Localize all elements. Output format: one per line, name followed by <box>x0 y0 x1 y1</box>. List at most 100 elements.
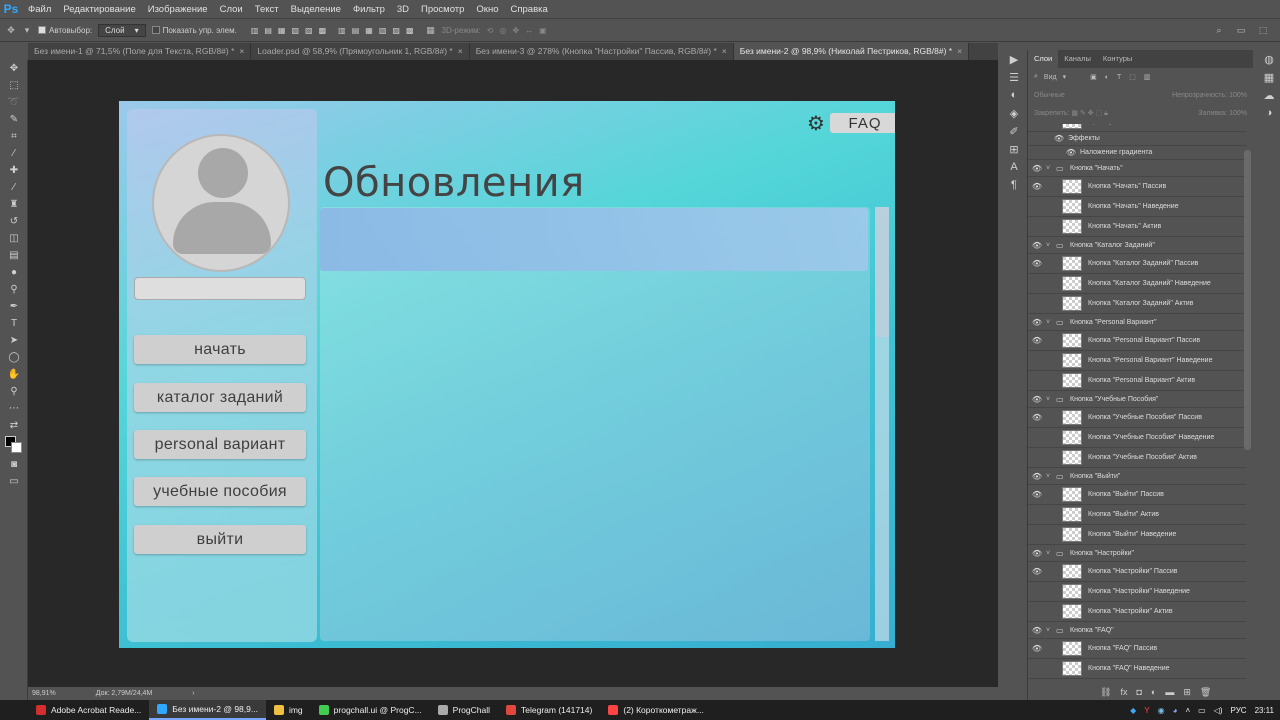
doc-tab[interactable]: Loader.psd @ 58,9% (Прямоугольник 1, RGB… <box>251 43 470 60</box>
chevron-right-icon[interactable]: › <box>192 690 194 697</box>
taskbar-item[interactable]: Без имени-2 @ 98,9... <box>149 700 266 720</box>
layers-tab[interactable]: Каналы <box>1058 50 1097 68</box>
eye-icon[interactable]: 👁︎ <box>1028 664 1046 673</box>
share-icon[interactable]: ⬚ <box>1258 25 1268 35</box>
eye-icon[interactable]: 👁︎ <box>1028 299 1046 308</box>
chevron-down-icon[interactable]: ˅ <box>1046 165 1056 172</box>
volume-icon[interactable]: ◁) <box>1214 706 1223 715</box>
link-icon[interactable]: ⛓ <box>1100 687 1111 698</box>
layer-group-row[interactable]: 👁︎ ˅ ▭ Кнопка "Учебные Пособия" <box>1028 391 1246 408</box>
doc-tab[interactable]: Без имени-3 @ 278% (Кнопка "Настройки" П… <box>470 43 734 60</box>
adjust-icon[interactable]: ◐ <box>1003 86 1025 104</box>
eye-icon[interactable]: 👁︎ <box>1028 607 1046 616</box>
eye-icon[interactable]: 👁︎ <box>1050 134 1068 143</box>
move-tool-icon[interactable]: ✥ <box>0 60 28 77</box>
zoom-level[interactable]: 98,91% <box>32 690 56 697</box>
layer-row[interactable]: 👁︎ Кнопка "Выйти" Актив <box>1028 505 1246 525</box>
layer-row[interactable]: 👁︎ Наложение градиента <box>1028 146 1246 160</box>
chevron-down-icon[interactable]: ▾ <box>22 25 32 35</box>
libraries-icon[interactable]: ☁ <box>1258 86 1280 104</box>
layer-row[interactable]: 👁︎ Кнопка "Каталог Заданий" Наведение <box>1028 274 1246 294</box>
menu-item-7[interactable]: 3D <box>391 4 415 15</box>
swap-colors-icon[interactable]: ⇄ <box>0 417 28 434</box>
eye-icon[interactable]: 👁︎ <box>1028 530 1046 539</box>
layer-group-row[interactable]: 👁︎ ˅ ▭ Кнопка "FAQ" <box>1028 622 1246 639</box>
layer-row[interactable]: 👁︎ Кнопка "Начать" Актив <box>1028 217 1246 237</box>
workspace-icon[interactable]: ▭ <box>1236 25 1246 35</box>
quick-select-icon[interactable]: ✎ <box>0 111 28 128</box>
discord-icon[interactable]: ◕ <box>1173 706 1178 715</box>
layer-row[interactable]: 👁︎ Кнопка "Учебные Пособия" Пассив <box>1028 408 1246 428</box>
layer-filter[interactable]: ⌕ Вид ▾ ▣◐T⬚▥ <box>1028 68 1253 86</box>
layer-group-row[interactable]: 👁︎ ˅ ▭ Кнопка "Начать" <box>1028 160 1246 177</box>
eye-icon[interactable]: 👁︎ <box>1028 318 1046 327</box>
character-icon[interactable]: A <box>1003 158 1025 176</box>
menu-item-6[interactable]: Фильтр <box>347 4 391 15</box>
gradient-tool-icon[interactable]: ▤ <box>0 247 28 264</box>
fx-icon[interactable]: fx <box>1120 687 1127 697</box>
paragraph-icon[interactable]: ¶ <box>1003 176 1025 194</box>
menu-item-0[interactable]: Файл <box>22 4 57 15</box>
lock-icons[interactable]: ▦ ✎ ✥ ⬚ 🔒︎ <box>1071 110 1107 117</box>
eye-icon[interactable]: 👁︎ <box>1028 336 1046 345</box>
eye-icon[interactable]: 👁︎ <box>1028 356 1046 365</box>
trash-icon[interactable]: 🗑︎ <box>1200 687 1211 698</box>
eye-icon[interactable]: 👁︎ <box>1028 472 1046 481</box>
sliders-icon[interactable]: ⊞ <box>1003 140 1025 158</box>
new-group-icon[interactable]: ▬ <box>1165 687 1174 697</box>
layer-group-row[interactable]: 👁︎ ˅ ▭ Кнопка "Каталог Заданий" <box>1028 237 1246 254</box>
chevron-down-icon[interactable]: ˅ <box>1046 550 1056 557</box>
layer-row[interactable]: 👁︎ Кнопка "Personal Вариант" Наведение <box>1028 351 1246 371</box>
layer-row[interactable]: 👁︎ Кнопка "FAQ" Наведение <box>1028 659 1246 679</box>
eye-icon[interactable]: 👁︎ <box>1028 567 1046 576</box>
dodge-tool-icon[interactable]: ⚲ <box>0 281 28 298</box>
layer-row[interactable]: 👁︎ Прямоугольник 1 <box>1028 124 1246 132</box>
menu-item-5[interactable]: Выделение <box>285 4 347 15</box>
chevron-down-icon[interactable]: ˅ <box>1046 473 1056 480</box>
layer-row[interactable]: 👁︎ Кнопка "Начать" Пассив <box>1028 177 1246 197</box>
menu-item-8[interactable]: Просмотр <box>415 4 470 15</box>
blend-mode-select[interactable]: Обычные <box>1034 92 1065 99</box>
taskbar-item[interactable]: ProgChall <box>430 700 498 720</box>
chevron-down-icon[interactable]: ˅ <box>1046 242 1056 249</box>
layer-row[interactable]: 👁︎ Кнопка "Каталог Заданий" Актив <box>1028 294 1246 314</box>
lang-indicator[interactable]: РУС <box>1231 706 1247 715</box>
layer-row[interactable]: 👁︎ Кнопка "Выйти" Пассив <box>1028 485 1246 505</box>
text-tool-icon[interactable]: T <box>0 315 28 332</box>
healing-brush-icon[interactable]: ✚ <box>0 162 28 179</box>
doc-tab[interactable]: Без имени-1 @ 71,5% (Поле для Текста, RG… <box>28 43 252 60</box>
chevron-up-icon[interactable]: ˄ <box>1185 706 1190 715</box>
layer-row[interactable]: 👁︎ Кнопка "Настройки" Актив <box>1028 602 1246 622</box>
3d-mode-icons[interactable]: ⟲◎✥↔▣ <box>487 26 553 35</box>
more-tools-icon[interactable]: ⋯ <box>0 400 28 417</box>
color-icon[interactable]: ◍ <box>1258 50 1280 68</box>
stamp-tool-icon[interactable]: ♜ <box>0 196 28 213</box>
layers-tab[interactable]: Слои <box>1028 50 1059 68</box>
lasso-tool-icon[interactable]: ➰ <box>0 94 28 111</box>
layer-row[interactable]: 👁︎ Кнопка "Personal Вариант" Пассив <box>1028 331 1246 351</box>
crop-tool-icon[interactable]: ⌗ <box>0 128 28 145</box>
distribute-icons[interactable]: ▥▤▦▧▨▩ <box>338 26 419 35</box>
new-layer-icon[interactable]: ⊞ <box>1183 687 1191 698</box>
eye-icon[interactable]: 👁︎ <box>1028 413 1046 422</box>
shape-tool-icon[interactable]: ◯ <box>0 349 28 366</box>
taskbar-item[interactable]: progchall.ui @ ProgC... <box>311 700 430 720</box>
layer-row[interactable]: 👁︎ Кнопка "Каталог Заданий" Пассив <box>1028 254 1246 274</box>
swatches-icon[interactable]: ▦ <box>1258 68 1280 86</box>
zoom-tool-icon[interactable]: ⚲ <box>0 383 28 400</box>
path-select-icon[interactable]: ➤ <box>0 332 28 349</box>
menu-item-3[interactable]: Слои <box>214 4 249 15</box>
eye-icon[interactable]: 👁︎ <box>1028 279 1046 288</box>
taskbar-item[interactable]: img <box>266 700 311 720</box>
properties-icon[interactable]: ☰ <box>1003 68 1025 86</box>
taskbar-item[interactable]: Adobe Acrobat Reade... <box>28 700 149 720</box>
screen-mode-icon[interactable]: ▭ <box>0 473 28 490</box>
menu-item-1[interactable]: Редактирование <box>57 4 141 15</box>
eye-icon[interactable]: 👁︎ <box>1028 376 1046 385</box>
auto-align-icon[interactable]: ▦ <box>426 25 436 35</box>
layers-tab[interactable]: Контуры <box>1097 50 1138 68</box>
layer-row[interactable]: 👁︎ Кнопка "Начать" Наведение <box>1028 197 1246 217</box>
marquee-tool-icon[interactable]: ⬚ <box>0 77 28 94</box>
eye-icon[interactable]: 👁︎ <box>1028 549 1046 558</box>
clock[interactable]: 23:11 <box>1255 706 1274 715</box>
